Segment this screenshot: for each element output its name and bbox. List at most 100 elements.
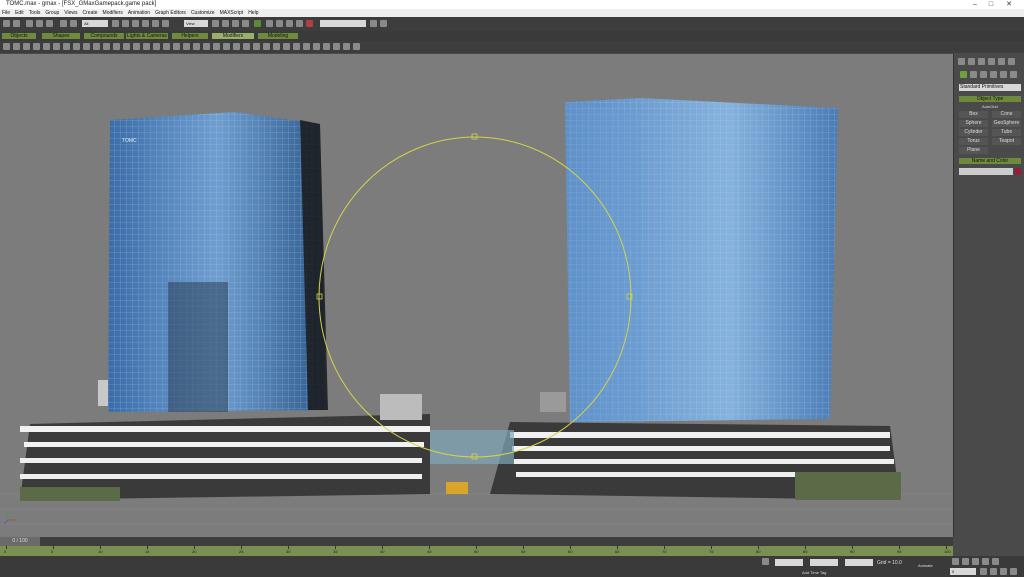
tool-icon-27[interactable] (263, 43, 270, 50)
angle-snap-icon[interactable] (222, 20, 229, 27)
tool-icon-31[interactable] (303, 43, 310, 50)
tool-icon-19[interactable] (183, 43, 190, 50)
redo-icon[interactable] (13, 20, 20, 27)
tool-icon-8[interactable] (73, 43, 80, 50)
rotate-icon[interactable] (132, 20, 139, 27)
tool-icon-3[interactable] (23, 43, 30, 50)
tool-icon-17[interactable] (163, 43, 170, 50)
tool-icon-16[interactable] (153, 43, 160, 50)
modify-tab-icon[interactable] (968, 58, 975, 65)
teapot-button[interactable]: Teapot (992, 138, 1021, 145)
region-icon[interactable] (70, 20, 77, 27)
menu-group[interactable]: Group (45, 10, 59, 16)
tab-modifiers[interactable]: Modifiers (212, 33, 254, 39)
menu-views[interactable]: Views (64, 10, 77, 16)
object-type-rollout[interactable]: Object Type (959, 96, 1021, 102)
tool-icon-29[interactable] (283, 43, 290, 50)
display-tab-icon[interactable] (998, 58, 1005, 65)
tab-lights-cameras[interactable]: Lights & Cameras (126, 33, 168, 39)
xyz-icon[interactable] (254, 20, 261, 27)
cylinder-button[interactable]: Cylinder (959, 129, 988, 136)
mirror-icon[interactable] (162, 20, 169, 27)
motion-tab-icon[interactable] (988, 58, 995, 65)
tool-icon-28[interactable] (273, 43, 280, 50)
scale-icon[interactable] (142, 20, 149, 27)
unlink-icon[interactable] (36, 20, 43, 27)
geometry-icon[interactable] (960, 71, 967, 78)
render-icon[interactable] (306, 20, 313, 27)
tool-icon-10[interactable] (93, 43, 100, 50)
zoom-icon[interactable] (980, 568, 987, 575)
current-frame-field[interactable]: 0 (950, 568, 976, 575)
prev-frame-icon[interactable] (962, 558, 969, 565)
tool-icon-7[interactable] (63, 43, 70, 50)
layer-icon[interactable] (276, 20, 283, 27)
menu-customize[interactable]: Customize (191, 10, 215, 16)
object-name-field[interactable] (959, 168, 1013, 175)
tool-icon-36[interactable] (353, 43, 360, 50)
select-by-name-icon[interactable] (112, 20, 119, 27)
hierarchy-tab-icon[interactable] (978, 58, 985, 65)
goto-end-icon[interactable] (992, 558, 999, 565)
menu-edit[interactable]: Edit (15, 10, 24, 16)
minimize-icon[interactable]: – (968, 0, 982, 9)
tube-button[interactable]: Tube (992, 129, 1021, 136)
close-icon[interactable]: ✕ (1002, 0, 1016, 9)
tool-icon-32[interactable] (313, 43, 320, 50)
select-icon[interactable] (60, 20, 67, 27)
name-color-rollout[interactable]: Name and Color (959, 158, 1021, 164)
utilities-tab-icon[interactable] (1008, 58, 1015, 65)
tool-icon-21[interactable] (203, 43, 210, 50)
tool-icon-14[interactable] (133, 43, 140, 50)
menu-file[interactable]: File (2, 10, 10, 16)
tool-icon-6[interactable] (53, 43, 60, 50)
snap-icon[interactable] (212, 20, 219, 27)
plane-button[interactable]: Plane (959, 147, 988, 154)
tab-compounds[interactable]: Compounds (84, 33, 124, 39)
tool-icon-22[interactable] (213, 43, 220, 50)
geosphere-button[interactable]: GeoSphere (992, 120, 1021, 127)
add-time-tag[interactable]: Add Time Tag (802, 570, 826, 575)
tool-icon-15[interactable] (143, 43, 150, 50)
tool-icon-11[interactable] (103, 43, 110, 50)
move-icon[interactable] (122, 20, 129, 27)
menu-help[interactable]: Help (248, 10, 258, 16)
curve-editor-icon[interactable] (286, 20, 293, 27)
torus-button[interactable]: Torus (959, 138, 988, 145)
pan-icon[interactable] (990, 568, 997, 575)
track-bar[interactable]: 0 5 10 15 20 25 30 35 40 45 50 55 60 65 70 75 80 85 90 95 10… (0, 546, 953, 556)
maximize-icon[interactable]: □ (984, 0, 998, 9)
create-tab-icon[interactable] (958, 58, 965, 65)
named-selection-dropdown[interactable] (320, 20, 366, 27)
goto-start-icon[interactable] (952, 558, 959, 565)
maximize-viewport-icon[interactable] (1010, 568, 1017, 575)
tab-shapes[interactable]: Shapes (42, 33, 80, 39)
tool-icon-20[interactable] (193, 43, 200, 50)
menu-animation[interactable]: Animation (128, 10, 150, 16)
menu-maxscript[interactable]: MAXScript (220, 10, 244, 16)
spacewarps-icon[interactable] (1010, 71, 1017, 78)
ref-coord-dropdown[interactable]: View (184, 20, 208, 27)
lights-icon[interactable] (980, 71, 987, 78)
menu-graph-editors[interactable]: Graph Editors (155, 10, 186, 16)
tool-icon-34[interactable] (333, 43, 340, 50)
y-coord-field[interactable] (810, 559, 838, 566)
tool-icon-2[interactable] (13, 43, 20, 50)
z-coord-field[interactable] (845, 559, 873, 566)
tool-icon-33[interactable] (323, 43, 330, 50)
tool-icon-5[interactable] (43, 43, 50, 50)
material-editor-icon[interactable] (296, 20, 303, 27)
next-frame-icon[interactable] (982, 558, 989, 565)
perspective-viewport[interactable]: TOMC (0, 54, 953, 537)
percent-snap-icon[interactable] (232, 20, 239, 27)
play-icon[interactable] (972, 558, 979, 565)
cone-button[interactable]: Cone (992, 111, 1021, 118)
animate-button[interactable]: Animate (918, 563, 933, 568)
tool-icon-30[interactable] (293, 43, 300, 50)
orbit-icon[interactable] (1000, 568, 1007, 575)
tool-icon-4[interactable] (33, 43, 40, 50)
tool-icon-35[interactable] (343, 43, 350, 50)
tab-helpers[interactable]: Helpers (172, 33, 208, 39)
align-icon[interactable] (266, 20, 273, 27)
tab-objects[interactable]: Objects (2, 33, 36, 39)
